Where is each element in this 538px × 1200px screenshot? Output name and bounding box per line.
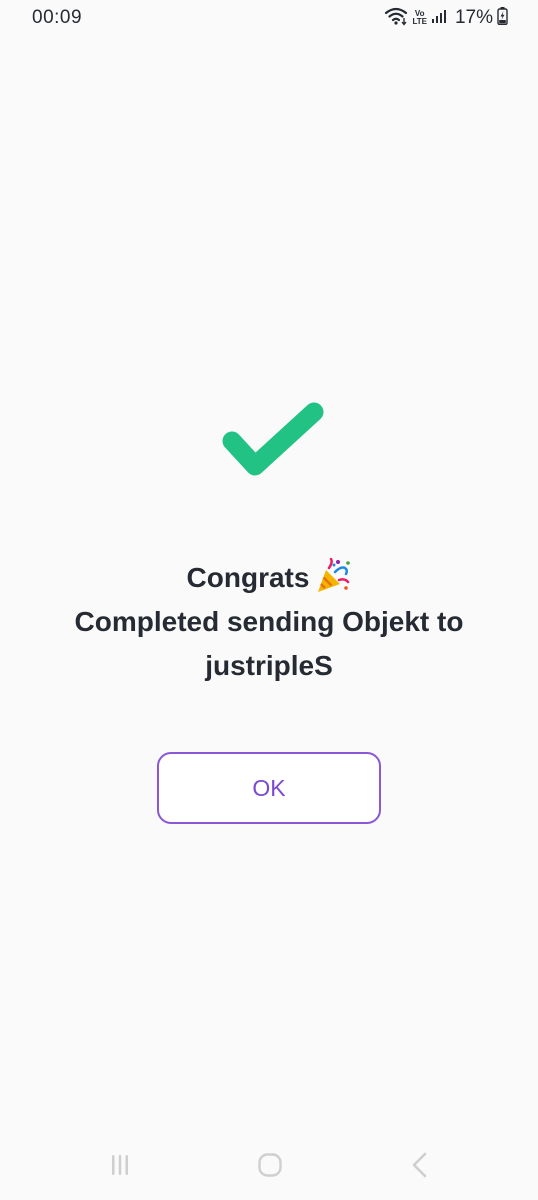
ok-button[interactable]: OK [157, 752, 381, 824]
navigation-bar [0, 1130, 538, 1200]
battery-charging-icon [497, 6, 508, 30]
success-screen: 00:09 Vo LTE 17% Congrats Completed send… [0, 0, 538, 1200]
message-line-1: Completed sending Objekt to [74, 606, 464, 637]
battery-percent: 17% [454, 7, 493, 28]
volte-icon: Vo LTE [412, 9, 427, 26]
status-bar: 00:09 Vo LTE 17% [0, 0, 538, 36]
recents-icon[interactable] [100, 1148, 140, 1182]
message-line-2: justripleS [205, 650, 333, 681]
congrats-text: Congrats [186, 562, 310, 593]
status-icons: Vo LTE 17% [384, 6, 508, 30]
congrats-line: Congrats [0, 556, 538, 600]
home-icon[interactable] [250, 1148, 290, 1182]
check-icon [214, 398, 332, 490]
signal-icon [431, 8, 447, 29]
back-icon[interactable] [400, 1148, 440, 1182]
wifi-icon [384, 6, 408, 31]
success-message: Congrats Completed sending Objekt to jus… [0, 556, 538, 688]
party-popper-icon [315, 557, 351, 594]
status-time: 00:09 [32, 7, 83, 28]
